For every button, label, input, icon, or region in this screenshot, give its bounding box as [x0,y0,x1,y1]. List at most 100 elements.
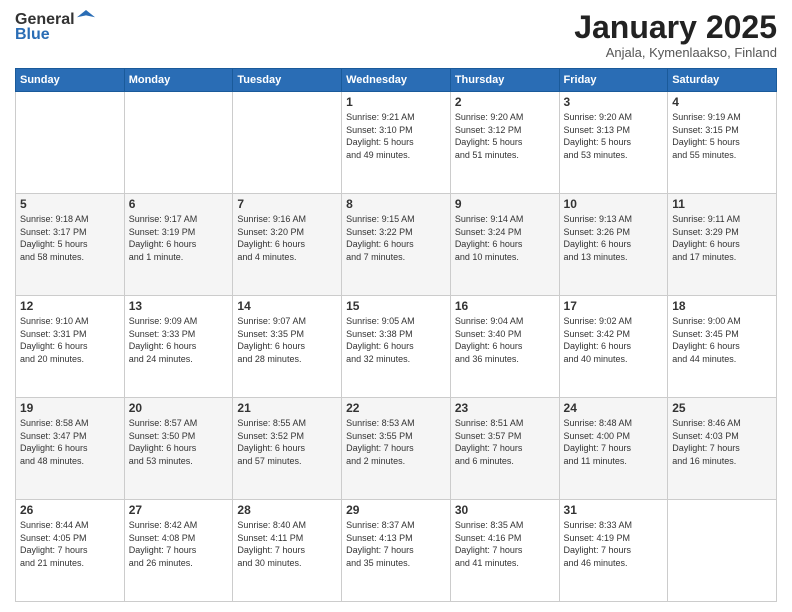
day-info: Sunrise: 8:51 AM Sunset: 3:57 PM Dayligh… [455,417,555,467]
day-info: Sunrise: 9:14 AM Sunset: 3:24 PM Dayligh… [455,213,555,263]
day-info: Sunrise: 9:07 AM Sunset: 3:35 PM Dayligh… [237,315,337,365]
day-info: Sunrise: 9:02 AM Sunset: 3:42 PM Dayligh… [564,315,664,365]
day-info: Sunrise: 9:18 AM Sunset: 3:17 PM Dayligh… [20,213,120,263]
day-info: Sunrise: 8:44 AM Sunset: 4:05 PM Dayligh… [20,519,120,569]
day-number: 2 [455,95,555,109]
subtitle: Anjala, Kymenlaakso, Finland [574,45,777,60]
calendar-cell: 27 Sunrise: 8:42 AM Sunset: 4:08 PM Dayli… [124,500,233,602]
day-info: Sunrise: 9:15 AM Sunset: 3:22 PM Dayligh… [346,213,446,263]
day-header-thursday: Thursday [450,69,559,92]
day-info: Sunrise: 9:04 AM Sunset: 3:40 PM Dayligh… [455,315,555,365]
day-number: 28 [237,503,337,517]
calendar-cell: 6 Sunrise: 9:17 AM Sunset: 3:19 PM Daylig… [124,194,233,296]
day-info: Sunrise: 8:48 AM Sunset: 4:00 PM Dayligh… [564,417,664,467]
day-info: Sunrise: 8:53 AM Sunset: 3:55 PM Dayligh… [346,417,446,467]
day-number: 3 [564,95,664,109]
day-number: 24 [564,401,664,415]
day-number: 15 [346,299,446,313]
calendar-cell: 4 Sunrise: 9:19 AM Sunset: 3:15 PM Daylig… [668,92,777,194]
day-number: 13 [129,299,229,313]
day-info: Sunrise: 8:55 AM Sunset: 3:52 PM Dayligh… [237,417,337,467]
day-number: 18 [672,299,772,313]
day-number: 30 [455,503,555,517]
day-info: Sunrise: 9:10 AM Sunset: 3:31 PM Dayligh… [20,315,120,365]
day-number: 8 [346,197,446,211]
day-number: 27 [129,503,229,517]
day-number: 9 [455,197,555,211]
day-number: 20 [129,401,229,415]
day-info: Sunrise: 9:17 AM Sunset: 3:19 PM Dayligh… [129,213,229,263]
day-info: Sunrise: 9:05 AM Sunset: 3:38 PM Dayligh… [346,315,446,365]
day-number: 14 [237,299,337,313]
day-number: 26 [20,503,120,517]
calendar-table: SundayMondayTuesdayWednesdayThursdayFrid… [15,68,777,602]
title-block: January 2025 Anjala, Kymenlaakso, Finlan… [574,10,777,60]
day-info: Sunrise: 9:20 AM Sunset: 3:13 PM Dayligh… [564,111,664,161]
day-info: Sunrise: 8:57 AM Sunset: 3:50 PM Dayligh… [129,417,229,467]
calendar-cell: 23 Sunrise: 8:51 AM Sunset: 3:57 PM Dayli… [450,398,559,500]
calendar-cell: 22Sunrise: 8:53 AM Sunset: 3:55 PM Dayli… [342,398,451,500]
day-number: 11 [672,197,772,211]
day-number: 12 [20,299,120,313]
calendar-cell: 26 Sunrise: 8:44 AM Sunset: 4:05 PM Dayli… [16,500,125,602]
calendar-cell: 20 Sunrise: 8:57 AM Sunset: 3:50 PM Dayli… [124,398,233,500]
calendar-cell: 10 Sunrise: 9:13 AM Sunset: 3:26 PM Dayli… [559,194,668,296]
day-info: Sunrise: 9:13 AM Sunset: 3:26 PM Dayligh… [564,213,664,263]
day-header-tuesday: Tuesday [233,69,342,92]
calendar-cell: 7Sunrise: 9:16 AM Sunset: 3:20 PM Daylig… [233,194,342,296]
calendar-cell [668,500,777,602]
calendar-cell: 29Sunrise: 8:37 AM Sunset: 4:13 PM Dayli… [342,500,451,602]
day-number: 6 [129,197,229,211]
calendar-cell: 19 Sunrise: 8:58 AM Sunset: 3:47 PM Dayli… [16,398,125,500]
day-info: Sunrise: 9:20 AM Sunset: 3:12 PM Dayligh… [455,111,555,161]
calendar-header-row: SundayMondayTuesdayWednesdayThursdayFrid… [16,69,777,92]
day-number: 4 [672,95,772,109]
calendar-cell: 5 Sunrise: 9:18 AM Sunset: 3:17 PM Daylig… [16,194,125,296]
calendar-cell: 30 Sunrise: 8:35 AM Sunset: 4:16 PM Dayli… [450,500,559,602]
day-header-wednesday: Wednesday [342,69,451,92]
page: General Blue January 2025 Anjala, Kymenl… [0,0,792,612]
calendar-cell: 17 Sunrise: 9:02 AM Sunset: 3:42 PM Dayli… [559,296,668,398]
day-number: 23 [455,401,555,415]
day-number: 25 [672,401,772,415]
day-number: 21 [237,401,337,415]
calendar-cell: 13Sunrise: 9:09 AM Sunset: 3:33 PM Dayli… [124,296,233,398]
day-info: Sunrise: 9:00 AM Sunset: 3:45 PM Dayligh… [672,315,772,365]
calendar-week-3: 12 Sunrise: 9:10 AM Sunset: 3:31 PM Dayli… [16,296,777,398]
calendar-week-5: 26 Sunrise: 8:44 AM Sunset: 4:05 PM Dayli… [16,500,777,602]
calendar-cell: 18 Sunrise: 9:00 AM Sunset: 3:45 PM Dayli… [668,296,777,398]
day-info: Sunrise: 8:46 AM Sunset: 4:03 PM Dayligh… [672,417,772,467]
calendar-cell: 25 Sunrise: 8:46 AM Sunset: 4:03 PM Dayli… [668,398,777,500]
calendar-cell [233,92,342,194]
day-header-saturday: Saturday [668,69,777,92]
day-header-sunday: Sunday [16,69,125,92]
calendar-cell: 15 Sunrise: 9:05 AM Sunset: 3:38 PM Dayli… [342,296,451,398]
day-info: Sunrise: 9:16 AM Sunset: 3:20 PM Dayligh… [237,213,337,263]
calendar-cell: 24 Sunrise: 8:48 AM Sunset: 4:00 PM Dayli… [559,398,668,500]
day-number: 1 [346,95,446,109]
day-info: Sunrise: 9:19 AM Sunset: 3:15 PM Dayligh… [672,111,772,161]
day-header-friday: Friday [559,69,668,92]
calendar-cell: 12 Sunrise: 9:10 AM Sunset: 3:31 PM Dayli… [16,296,125,398]
calendar-cell: 2 Sunrise: 9:20 AM Sunset: 3:12 PM Daylig… [450,92,559,194]
calendar-cell: 21 Sunrise: 8:55 AM Sunset: 3:52 PM Dayli… [233,398,342,500]
logo: General Blue [15,10,95,44]
day-number: 19 [20,401,120,415]
calendar-cell: 9 Sunrise: 9:14 AM Sunset: 3:24 PM Daylig… [450,194,559,296]
day-info: Sunrise: 8:40 AM Sunset: 4:11 PM Dayligh… [237,519,337,569]
calendar-cell [124,92,233,194]
day-number: 17 [564,299,664,313]
day-info: Sunrise: 8:35 AM Sunset: 4:16 PM Dayligh… [455,519,555,569]
day-number: 10 [564,197,664,211]
day-number: 5 [20,197,120,211]
day-info: Sunrise: 8:33 AM Sunset: 4:19 PM Dayligh… [564,519,664,569]
calendar-cell: 8 Sunrise: 9:15 AM Sunset: 3:22 PM Daylig… [342,194,451,296]
day-info: Sunrise: 8:58 AM Sunset: 3:47 PM Dayligh… [20,417,120,467]
calendar-cell: 3 Sunrise: 9:20 AM Sunset: 3:13 PM Daylig… [559,92,668,194]
day-info: Sunrise: 8:42 AM Sunset: 4:08 PM Dayligh… [129,519,229,569]
logo-bird-icon [77,8,95,30]
calendar-cell [16,92,125,194]
header: General Blue January 2025 Anjala, Kymenl… [15,10,777,60]
day-info: Sunrise: 9:21 AM Sunset: 3:10 PM Dayligh… [346,111,446,161]
month-title: January 2025 [574,10,777,45]
